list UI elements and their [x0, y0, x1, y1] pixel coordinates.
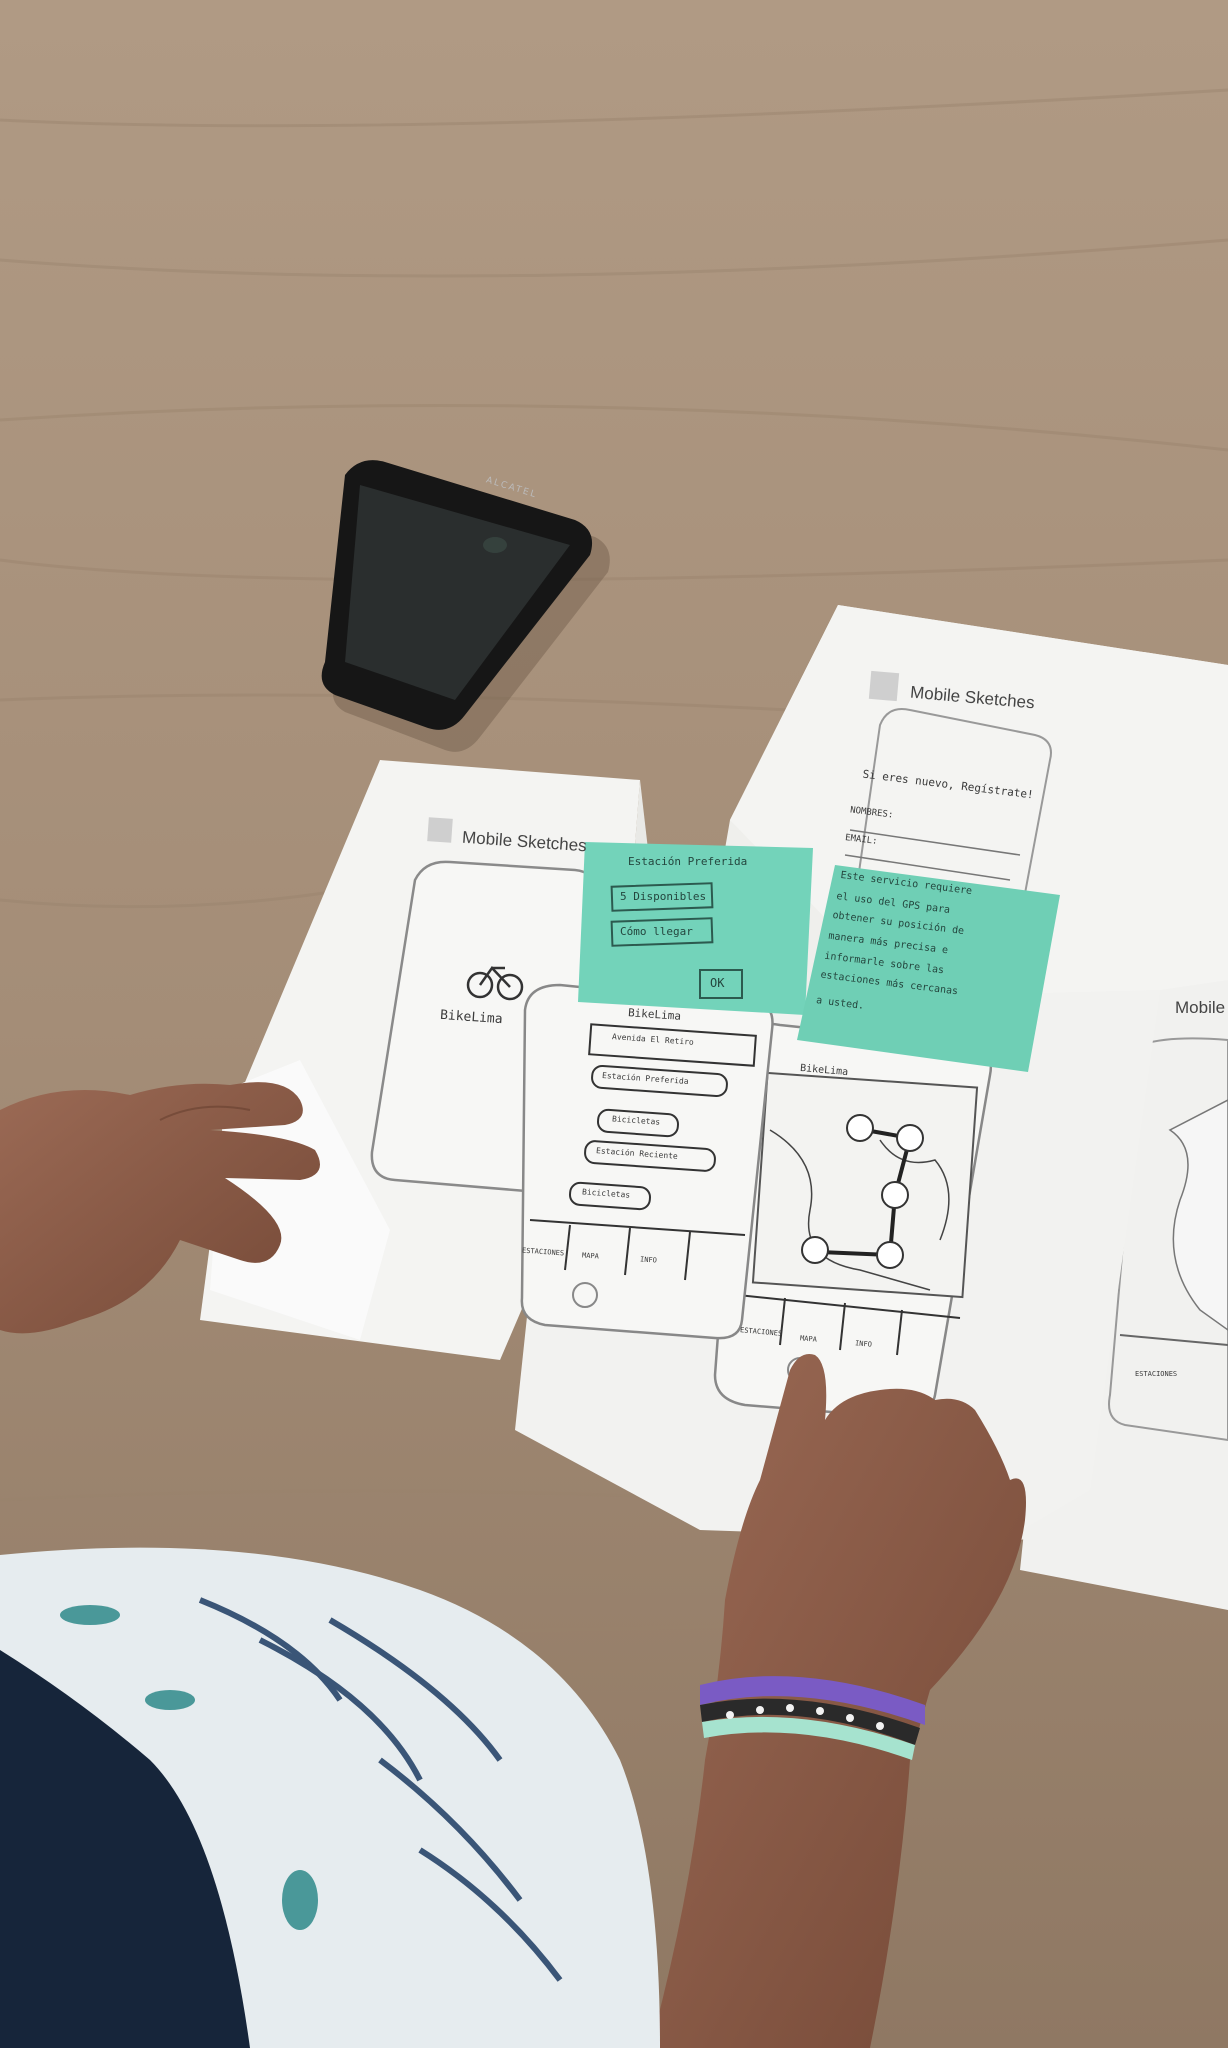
scene-svg	[0, 0, 1228, 2048]
sheet-far-right-title: Mobile	[1175, 998, 1226, 1017]
sticky-left-option-2: Cómo llegar	[620, 925, 693, 938]
map-area	[751, 1071, 979, 1299]
list-tab-mapa: MAPA	[581, 1251, 600, 1261]
sticky-left-heading: Estación Preferida	[628, 855, 748, 868]
map-tab-mapa: MAPA	[799, 1334, 818, 1344]
far-right-tab-estaciones: ESTACIONES	[1135, 1370, 1178, 1378]
sticky-left-ok-button: OK	[710, 976, 725, 990]
map-tab-info: INFO	[854, 1339, 873, 1349]
photo-scene: ALCATEL Mobile Sketches Mobile Sketches …	[0, 0, 1228, 2048]
sticky-left-option-1: 5 Disponibles	[620, 890, 707, 903]
list-tab-info: INFO	[639, 1255, 658, 1265]
